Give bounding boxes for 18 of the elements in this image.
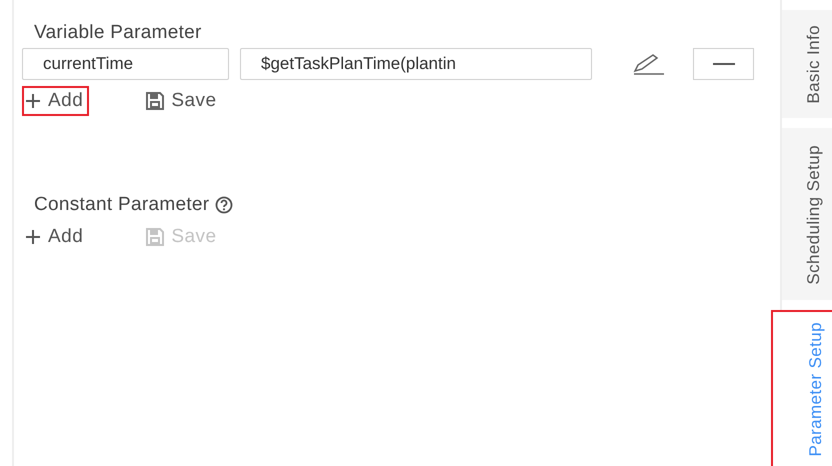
edit-button[interactable] [631, 52, 665, 76]
minus-icon [712, 63, 734, 65]
plus-icon [24, 228, 42, 246]
help-icon[interactable] [215, 196, 234, 214]
name-field[interactable]: currentTime [22, 48, 229, 80]
side-tab[interactable]: Scheduling Setup [782, 128, 832, 300]
save-icon [145, 91, 166, 111]
add-button[interactable]: Add [22, 86, 90, 116]
plus-icon [24, 92, 42, 110]
section-title: Constant Parameter [34, 194, 210, 216]
add-button[interactable]: Add [22, 222, 90, 252]
remove-button[interactable] [693, 48, 754, 80]
side-tab[interactable]: Basic Info [782, 10, 832, 118]
save-button[interactable]: Save [143, 86, 223, 116]
pencil-icon [631, 52, 665, 76]
value-field[interactable]: $getTaskPlanTime(plantin [240, 48, 592, 80]
save-icon [145, 227, 166, 247]
section-title: Variable Parameter [34, 22, 202, 44]
